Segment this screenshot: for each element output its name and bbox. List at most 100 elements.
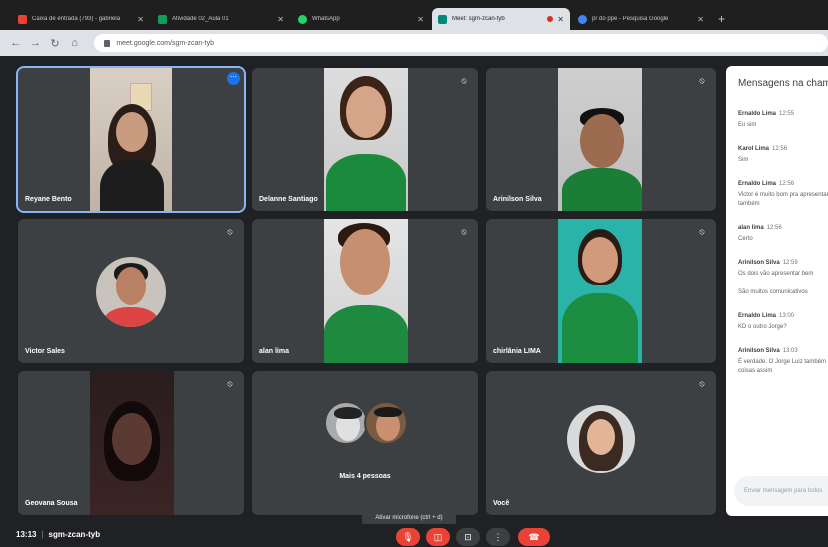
self-avatar bbox=[567, 405, 635, 473]
chat-text: É verdade. O Jorge Luiz também coisas as… bbox=[738, 359, 827, 374]
browser-tab-google[interactable]: pr do ppe - Pesquisa Google ✕ bbox=[572, 8, 710, 30]
close-tab-icon[interactable]: ✕ bbox=[277, 15, 284, 24]
close-tab-icon[interactable]: ✕ bbox=[137, 15, 144, 24]
more-options-button[interactable]: ⋮ bbox=[486, 528, 510, 546]
close-tab-icon[interactable]: ✕ bbox=[557, 15, 564, 24]
participant-name: Geovana Sousa bbox=[25, 500, 78, 507]
participant-name: Delanne Santiago bbox=[259, 196, 318, 203]
chat-sender: alan lima bbox=[738, 225, 764, 231]
chat-panel: Mensagens na chamada Ernaldo Lima12:55 E… bbox=[726, 66, 828, 516]
participant-video bbox=[90, 371, 174, 515]
chat-time: 12:59 bbox=[782, 260, 798, 266]
classroom-icon bbox=[158, 14, 167, 24]
browser-tab-whatsapp[interactable]: WhatsApp ✕ bbox=[292, 8, 430, 30]
participant-avatar bbox=[364, 401, 408, 445]
present-button[interactable]: ⊡ bbox=[456, 528, 480, 546]
chat-text: KD o outro Jorge? bbox=[738, 324, 787, 330]
participant-video bbox=[558, 219, 642, 363]
url-text: meet.google.com/sgm-zcan-tyb bbox=[116, 39, 214, 47]
participant-video bbox=[324, 219, 408, 363]
chat-sender: Ernaldo Lima bbox=[738, 111, 777, 117]
chat-text: Os dois vão apresentar bem São muitos co… bbox=[738, 271, 814, 295]
url-field[interactable]: meet.google.com/sgm-zcan-tyb bbox=[94, 34, 828, 52]
whatsapp-icon bbox=[298, 14, 307, 24]
chat-message: Ernaldo Lima 13:00 KD o outro Jorge? bbox=[738, 313, 828, 332]
browser-tab-classroom[interactable]: Atividade 02_Aula 01 ✕ bbox=[152, 8, 290, 30]
address-bar: ← → ↻ ⌂ meet.google.com/sgm-zcan-tyb bbox=[0, 30, 828, 56]
chat-message-input[interactable]: Enviar mensagem para todos bbox=[734, 476, 828, 506]
close-tab-icon[interactable]: ✕ bbox=[417, 15, 424, 24]
participant-tile[interactable]: ⦸ chirlânia LIMA bbox=[486, 219, 716, 363]
participant-name: Você bbox=[493, 500, 510, 507]
reload-icon[interactable]: ↻ bbox=[49, 37, 61, 50]
chat-message: Ernaldo Lima 12:55 Eu sim bbox=[738, 111, 828, 130]
leave-call-button[interactable]: ☎ bbox=[518, 528, 550, 546]
recording-indicator-icon bbox=[547, 16, 554, 22]
browser-tab-meet[interactable]: Meet: sgm-zcan-tyb ✕ bbox=[432, 8, 570, 30]
chat-sender: Arinilson Silva bbox=[738, 260, 780, 266]
participant-name: Arinilson Silva bbox=[493, 196, 542, 203]
new-tab-icon[interactable]: + bbox=[718, 12, 725, 26]
meeting-code: sgm-zcan-tyb bbox=[48, 530, 101, 539]
chat-message: Arinilson Silva 12:59 Os dois vão apresen… bbox=[738, 260, 828, 297]
chat-text: Victor é muito bom pra apresentar também bbox=[738, 192, 828, 207]
participant-name: alan lima bbox=[259, 348, 289, 355]
participant-tile[interactable]: ⦸ Victor Sales bbox=[18, 219, 244, 363]
chat-time: 12:55 bbox=[779, 111, 795, 117]
chat-time: 12:56 bbox=[766, 225, 782, 231]
tab-title: WhatsApp bbox=[312, 16, 340, 22]
chat-message: Karol Lima 12:56 Sim bbox=[738, 146, 828, 165]
more-vert-icon: ⋮ bbox=[493, 531, 503, 542]
meet-icon bbox=[438, 14, 447, 24]
chat-sender: Karol Lima bbox=[738, 146, 770, 152]
participant-tile-self[interactable]: ⦸ Você bbox=[486, 371, 716, 515]
chat-message: alan lima 12:56 Certo bbox=[738, 225, 828, 244]
chat-time: 13:03 bbox=[782, 348, 798, 354]
participant-video bbox=[324, 68, 408, 211]
mic-muted-icon: ⦸ bbox=[699, 379, 705, 388]
more-people-label: Mais 4 pessoas bbox=[339, 473, 391, 480]
mic-off-icon: 🎙︎ bbox=[402, 531, 414, 542]
mic-muted-icon: ⦸ bbox=[227, 379, 233, 388]
chat-time: 13:00 bbox=[779, 313, 795, 319]
participant-tile[interactable]: ⦸ alan lima bbox=[252, 219, 478, 363]
mic-muted-icon: ⦸ bbox=[227, 227, 233, 236]
tab-title: Atividade 02_Aula 01 bbox=[172, 16, 229, 22]
participant-tile[interactable]: ⦸ Delanne Santiago bbox=[252, 68, 478, 211]
toggle-mic-button[interactable]: 🎙︎ bbox=[396, 528, 420, 546]
forward-icon[interactable]: → bbox=[30, 37, 42, 49]
chat-message: Ernaldo Lima 12:56 Victor é muito bom pra… bbox=[738, 181, 828, 209]
participant-tile[interactable]: ⋯ Reyane Bento bbox=[16, 66, 246, 213]
participant-tile[interactable]: ⦸ Arinilson Silva bbox=[486, 68, 716, 211]
participant-video bbox=[558, 68, 642, 211]
chat-sender: Ernaldo Lima bbox=[738, 313, 777, 319]
toggle-camera-button[interactable]: ◫ bbox=[426, 528, 450, 546]
meeting-controls-bar: 13:13 | sgm-zcan-tyb 🎙︎ ◫ ⊡ ⋮ ☎ bbox=[0, 524, 828, 547]
meeting-info: 13:13 | sgm-zcan-tyb bbox=[16, 530, 100, 539]
chat-text: Eu sim bbox=[738, 122, 757, 128]
close-tab-icon[interactable]: ✕ bbox=[697, 15, 704, 24]
present-screen-icon: ⊡ bbox=[464, 531, 472, 542]
participant-avatar bbox=[96, 257, 166, 327]
participant-tile[interactable]: ⦸ Geovana Sousa bbox=[18, 371, 244, 515]
back-icon[interactable]: ← bbox=[10, 37, 22, 49]
browser-tab-bar: Caixa de entrada (793) - gabriela ✕ Ativ… bbox=[0, 0, 828, 30]
mic-muted-icon: ⦸ bbox=[699, 76, 705, 85]
lock-icon bbox=[104, 39, 111, 47]
separator: | bbox=[41, 530, 44, 539]
participant-tile-more-people[interactable]: Mais 4 pessoas bbox=[252, 371, 478, 515]
chat-sender: Ernaldo Lima bbox=[738, 181, 777, 187]
browser-tab-gmail[interactable]: Caixa de entrada (793) - gabriela ✕ bbox=[12, 8, 150, 30]
chat-message: Arinilson Silva 13:03 É verdade. O Jorge … bbox=[738, 348, 828, 376]
mic-muted-icon: ⦸ bbox=[461, 227, 467, 236]
mic-muted-icon: ⦸ bbox=[461, 76, 467, 85]
hang-up-icon: ☎ bbox=[528, 531, 540, 542]
gmail-icon bbox=[18, 14, 27, 24]
chat-title: Mensagens na chamada bbox=[738, 78, 828, 89]
home-icon[interactable]: ⌂ bbox=[69, 37, 81, 49]
mic-muted-icon: ⦸ bbox=[699, 227, 705, 236]
participant-name: chirlânia LIMA bbox=[493, 348, 541, 355]
more-options-icon[interactable]: ⋯ bbox=[227, 72, 240, 85]
participant-name: Victor Sales bbox=[25, 348, 65, 355]
chat-sender: Arinilson Silva bbox=[738, 348, 780, 354]
